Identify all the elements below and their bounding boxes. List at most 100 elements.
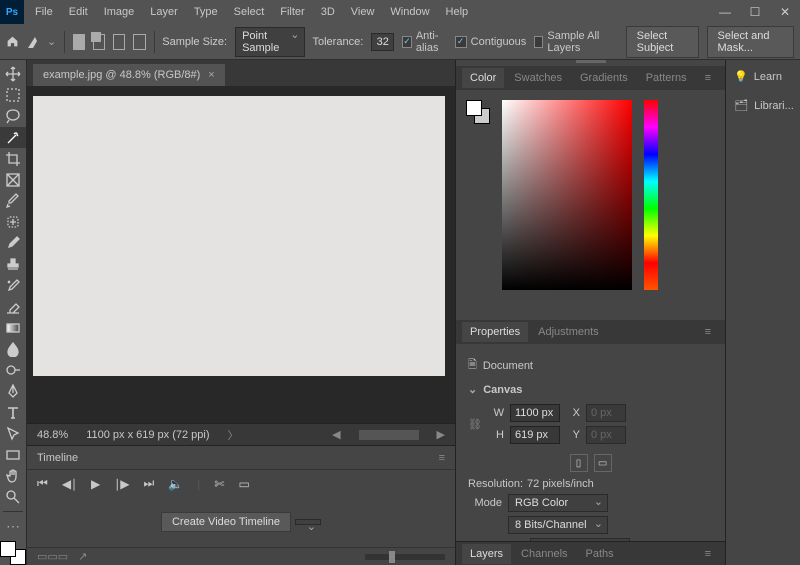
blur-tool[interactable] bbox=[0, 339, 26, 359]
contiguous-checkbox[interactable]: ✓Contiguous bbox=[455, 36, 527, 48]
prev-frame-icon[interactable]: ◀∣ bbox=[62, 477, 77, 491]
sample-all-checkbox[interactable]: Sample All Layers bbox=[534, 30, 609, 54]
tolerance-input[interactable]: 32 bbox=[371, 33, 394, 51]
portrait-icon[interactable]: ▯ bbox=[570, 454, 588, 472]
add-selection-icon[interactable] bbox=[93, 34, 105, 50]
link-icon[interactable]: ⛓ bbox=[468, 418, 482, 431]
tab-adjustments[interactable]: Adjustments bbox=[530, 322, 607, 342]
menu-type[interactable]: Type bbox=[187, 3, 225, 21]
menu-view[interactable]: View bbox=[344, 3, 382, 21]
crop-tool[interactable] bbox=[0, 149, 26, 169]
mute-icon[interactable]: 🔈 bbox=[168, 477, 183, 491]
mode-select[interactable]: RGB Color bbox=[508, 494, 608, 512]
height-input[interactable] bbox=[510, 426, 560, 444]
menu-window[interactable]: Window bbox=[383, 3, 436, 21]
document-tab[interactable]: example.jpg @ 48.8% (RGB/8#) × bbox=[33, 64, 225, 86]
gradient-tool[interactable] bbox=[0, 318, 26, 338]
subtract-selection-icon[interactable] bbox=[113, 34, 125, 50]
color-swatches[interactable] bbox=[0, 541, 26, 565]
width-input[interactable] bbox=[510, 404, 560, 422]
tab-layers[interactable]: Layers bbox=[462, 544, 511, 564]
antialias-checkbox[interactable]: ✓Anti-alias bbox=[402, 30, 446, 54]
zoom-tool[interactable] bbox=[0, 487, 26, 507]
depth-select[interactable]: 8 Bits/Channel bbox=[508, 516, 608, 534]
foreground-swatch[interactable] bbox=[0, 541, 16, 557]
panel-menu-icon[interactable]: ≡ bbox=[697, 322, 719, 342]
frames-icon[interactable]: ▭▭▭ bbox=[37, 550, 68, 563]
fill-select[interactable]: Background Color bbox=[530, 538, 630, 541]
menu-file[interactable]: File bbox=[28, 3, 60, 21]
brush-tool[interactable] bbox=[0, 233, 26, 253]
tab-patterns[interactable]: Patterns bbox=[638, 68, 695, 88]
h-scrollbar[interactable] bbox=[359, 430, 419, 440]
path-select-tool[interactable] bbox=[0, 424, 26, 444]
scroll-right-icon[interactable]: ▶ bbox=[437, 428, 445, 441]
tab-color[interactable]: Color bbox=[462, 68, 504, 88]
pen-tool[interactable] bbox=[0, 381, 26, 401]
libraries-panel-button[interactable]: 🗂 Librari... bbox=[732, 95, 796, 116]
eyedropper-tool[interactable] bbox=[0, 191, 26, 211]
home-icon[interactable] bbox=[6, 33, 19, 51]
zoom-level[interactable]: 48.8% bbox=[37, 429, 68, 441]
next-frame-icon[interactable]: ∣▶ bbox=[114, 477, 129, 491]
tab-properties[interactable]: Properties bbox=[462, 322, 528, 342]
tab-channels[interactable]: Channels bbox=[513, 544, 575, 564]
learn-panel-button[interactable]: 💡 Learn bbox=[732, 66, 796, 87]
menu-image[interactable]: Image bbox=[97, 3, 142, 21]
intersect-selection-icon[interactable] bbox=[133, 34, 145, 50]
panel-menu-icon[interactable]: ≡ bbox=[697, 544, 719, 564]
canvas[interactable] bbox=[33, 96, 445, 376]
lasso-tool[interactable] bbox=[0, 106, 26, 126]
sample-size-select[interactable]: Point Sample bbox=[235, 27, 304, 57]
scroll-left-icon[interactable]: ◀ bbox=[332, 428, 340, 441]
edit-toolbar[interactable]: ⋯ bbox=[0, 516, 26, 536]
canvas-viewport[interactable] bbox=[27, 86, 455, 423]
tool-preset-icon[interactable]: ⌄ bbox=[27, 35, 56, 49]
color-swatch-pair[interactable] bbox=[466, 100, 494, 310]
new-selection-icon[interactable] bbox=[73, 34, 85, 50]
play-icon[interactable]: ▶ bbox=[91, 477, 100, 491]
tab-swatches[interactable]: Swatches bbox=[506, 68, 570, 88]
minimize-button[interactable]: — bbox=[710, 0, 740, 24]
dodge-tool[interactable] bbox=[0, 360, 26, 380]
menu-select[interactable]: Select bbox=[227, 3, 272, 21]
transition-icon[interactable]: ▭ bbox=[238, 477, 249, 491]
timeline-type-select[interactable] bbox=[295, 519, 321, 525]
marquee-tool[interactable] bbox=[0, 85, 26, 105]
hand-tool[interactable] bbox=[0, 466, 26, 486]
menu-3d[interactable]: 3D bbox=[314, 3, 342, 21]
select-subject-button[interactable]: Select Subject bbox=[626, 26, 699, 58]
stamp-tool[interactable] bbox=[0, 254, 26, 274]
frame-tool[interactable] bbox=[0, 170, 26, 190]
cut-icon[interactable]: ✄ bbox=[214, 477, 224, 491]
hue-slider[interactable] bbox=[644, 100, 658, 290]
menu-help[interactable]: Help bbox=[439, 3, 476, 21]
magic-wand-tool[interactable] bbox=[0, 127, 26, 147]
go-last-icon[interactable]: ⏭ bbox=[144, 476, 155, 491]
dock-grip[interactable] bbox=[576, 60, 606, 63]
color-field[interactable] bbox=[502, 100, 632, 290]
panel-menu-icon[interactable]: ≡ bbox=[439, 452, 445, 464]
status-arrow-icon[interactable]: 〉 bbox=[228, 427, 239, 443]
landscape-icon[interactable]: ▭ bbox=[594, 454, 612, 472]
rectangle-tool[interactable] bbox=[0, 445, 26, 465]
canvas-section-header[interactable]: Canvas bbox=[468, 383, 713, 396]
tab-gradients[interactable]: Gradients bbox=[572, 68, 636, 88]
menu-filter[interactable]: Filter bbox=[273, 3, 311, 21]
timeline-zoom-slider[interactable] bbox=[365, 554, 445, 560]
go-first-icon[interactable]: ⏮ bbox=[37, 476, 48, 491]
panel-menu-icon[interactable]: ≡ bbox=[697, 68, 719, 88]
tab-paths[interactable]: Paths bbox=[578, 544, 622, 564]
menu-layer[interactable]: Layer bbox=[143, 3, 185, 21]
close-button[interactable]: ✕ bbox=[770, 0, 800, 24]
history-brush-tool[interactable] bbox=[0, 276, 26, 296]
menu-edit[interactable]: Edit bbox=[62, 3, 95, 21]
eraser-tool[interactable] bbox=[0, 297, 26, 317]
type-tool[interactable] bbox=[0, 403, 26, 423]
select-and-mask-button[interactable]: Select and Mask... bbox=[707, 26, 795, 58]
close-tab-icon[interactable]: × bbox=[208, 69, 214, 81]
move-tool[interactable] bbox=[0, 64, 26, 84]
create-video-timeline-button[interactable]: Create Video Timeline bbox=[161, 512, 291, 532]
healing-tool[interactable] bbox=[0, 212, 26, 232]
render-icon[interactable]: ↗ bbox=[78, 550, 87, 563]
